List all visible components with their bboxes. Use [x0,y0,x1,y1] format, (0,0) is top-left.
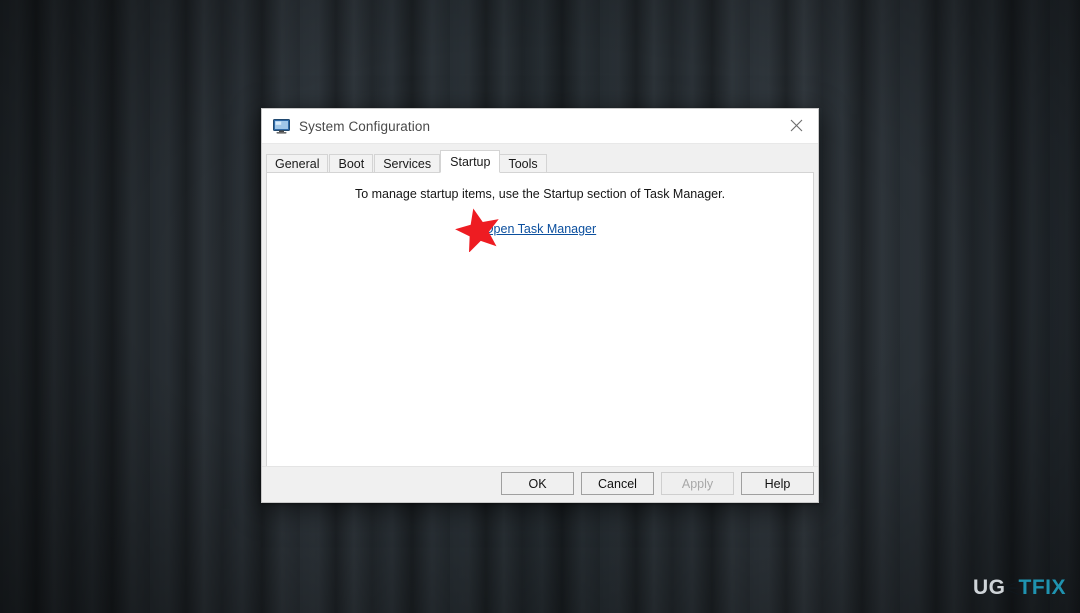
tab-strip: General Boot Services Startup Tools [262,150,818,173]
watermark-part-ug: UG [973,576,1006,599]
tab-tools[interactable]: Tools [499,154,547,173]
tab-general[interactable]: General [266,154,329,173]
dialog-button-bar: OK Cancel Apply Help [262,466,818,502]
watermark-part-tfix: TFIX [1018,576,1066,599]
ok-button[interactable]: OK [501,472,574,495]
system-configuration-dialog: System Configuration General Boot Servic… [261,108,819,503]
tab-services[interactable]: Services [374,154,441,173]
apply-button: Apply [661,472,734,495]
tab-boot[interactable]: Boot [329,154,374,173]
open-task-manager-link[interactable]: Open Task Manager [484,222,596,236]
startup-instruction-text: To manage startup items, use the Startup… [354,187,726,201]
help-button[interactable]: Help [741,472,814,495]
computer-monitor-icon [273,118,290,134]
dialog-title: System Configuration [299,118,431,134]
close-icon[interactable] [774,109,818,142]
tab-startup[interactable]: Startup [440,150,501,173]
dialog-titlebar[interactable]: System Configuration [262,109,818,144]
ugetfix-watermark: UG TFIX [973,576,1066,600]
watermark-stylized-e-icon [1004,580,1020,596]
startup-tab-panel: To manage startup items, use the Startup… [266,172,814,469]
open-task-manager-row: Open Task Manager [267,208,813,253]
cancel-button[interactable]: Cancel [581,472,654,495]
